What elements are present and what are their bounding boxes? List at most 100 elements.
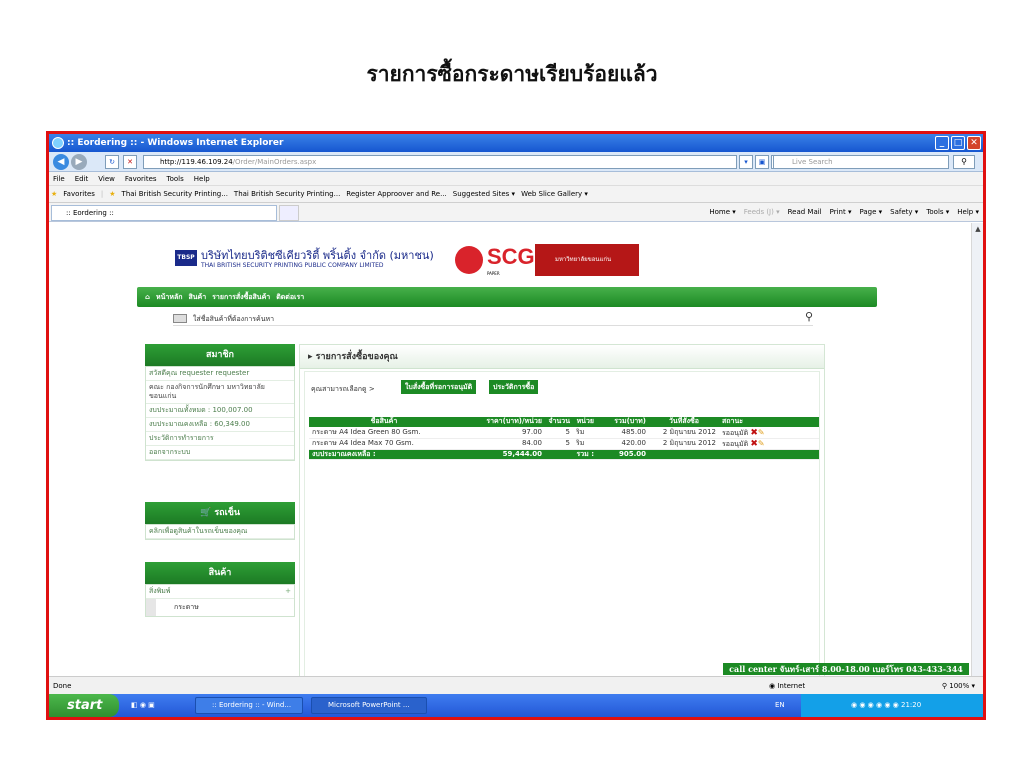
safety-button[interactable]: Safety ▾ bbox=[890, 203, 918, 222]
row-product: กระดาษ A4 Idea Green 80 Gsm. bbox=[309, 427, 459, 439]
nav-products[interactable]: สินค้า bbox=[189, 287, 207, 307]
taskbar-ppt-button[interactable]: Microsoft PowerPoint ... bbox=[311, 697, 427, 714]
product-search-input[interactable]: ใส่ชื่อสินค้าที่ต้องการค้นหา bbox=[193, 312, 274, 326]
vertical-scrollbar[interactable]: ▲ bbox=[971, 223, 983, 676]
language-indicator[interactable]: EN bbox=[775, 694, 785, 717]
address-input[interactable]: http://119.46.109.24/Order/MainOrders.as… bbox=[143, 155, 737, 169]
logout-link[interactable]: ออกจากระบบ bbox=[146, 446, 294, 460]
expand-icon[interactable]: + bbox=[285, 587, 291, 596]
tools-button[interactable]: Tools ▾ bbox=[926, 203, 949, 222]
page-content: TBSP บริษัทไทยบริติชซีเคียวริตี้ พริ้นติ… bbox=[49, 223, 971, 676]
help-button[interactable]: Help ▾ bbox=[957, 203, 979, 222]
remaining-budget-label: งบประมาณคงเหลือ : bbox=[309, 449, 459, 460]
screenshot-frame: :: Eordering :: - Windows Internet Explo… bbox=[46, 131, 986, 720]
delete-icon[interactable]: ✖ bbox=[750, 439, 758, 449]
fav-item-5[interactable]: Web Slice Gallery ▾ bbox=[521, 186, 588, 202]
fav-item-2[interactable]: Thai British Security Printing... bbox=[234, 186, 340, 202]
tab-pending-orders[interactable]: ใบสั่งซื้อที่รอการอนุมัติ bbox=[401, 380, 477, 394]
status-text: Done bbox=[53, 682, 72, 690]
readmail-button[interactable]: Read Mail bbox=[788, 203, 822, 222]
system-tray: ◉ ◉ ◉ ◉ ◉ ◉ 21:20 bbox=[801, 694, 983, 717]
add-favorite-icon[interactable]: ★ bbox=[109, 186, 115, 202]
url-path: /Order/MainOrders.aspx bbox=[232, 158, 317, 166]
window-titlebar[interactable]: :: Eordering :: - Windows Internet Explo… bbox=[49, 134, 983, 152]
member-total-budget: งบประมาณทั้งหมด : 100,007.00 bbox=[146, 404, 294, 418]
live-search-input[interactable]: Live Search bbox=[773, 155, 949, 169]
row-unit: ริม bbox=[573, 427, 597, 439]
nav-contact[interactable]: ติดต่อเรา bbox=[276, 287, 304, 307]
menu-file[interactable]: File bbox=[53, 172, 65, 185]
total-label: รวม : bbox=[573, 449, 597, 460]
forward-icon[interactable]: ▶ bbox=[71, 154, 87, 170]
back-icon[interactable]: ◀ bbox=[53, 154, 69, 170]
orders-table-header: ชื่อสินค้า ราคา(บาท)/หน่วย จำนวน หน่วย ร… bbox=[309, 417, 819, 428]
member-faculty: คณะ กองกิจการนักศึกษา มหาวิทยาลัยขอนแก่น bbox=[146, 381, 294, 404]
tab-order-history[interactable]: ประวัติการซื้อ bbox=[489, 380, 539, 394]
scg-sub: PAPER bbox=[487, 271, 500, 276]
minimize-button[interactable]: _ bbox=[935, 136, 949, 150]
member-history-link[interactable]: ประวัติการทำรายการ bbox=[146, 432, 294, 446]
tab-bar: :: Eordering :: Home ▾ Feeds (J) ▾ Read … bbox=[49, 203, 983, 222]
scroll-up-icon[interactable]: ▲ bbox=[972, 223, 983, 235]
slide-title: รายการซื้อกระดาษเรียบร้อยแล้ว bbox=[366, 61, 658, 86]
feeds-button[interactable]: Feeds (J) ▾ bbox=[744, 203, 780, 222]
home-icon: ⌂ bbox=[145, 293, 151, 301]
table-row: กระดาษ A4 Idea Max 70 Gsm. 84.00 5 ริม 4… bbox=[309, 438, 819, 450]
fav-item-3[interactable]: Register Approover and Re... bbox=[346, 186, 447, 202]
star-icon: ★ bbox=[51, 190, 58, 198]
compat-icon[interactable]: ▣ bbox=[755, 155, 769, 169]
row-total: 420.00 bbox=[597, 438, 649, 450]
favorites-button[interactable]: Favorites bbox=[63, 186, 95, 202]
nav-orders[interactable]: รายการสั่งซื้อสินค้า bbox=[212, 287, 270, 307]
search-field-icon bbox=[173, 314, 187, 323]
menu-edit[interactable]: Edit bbox=[75, 172, 89, 185]
start-button[interactable]: start bbox=[49, 694, 119, 717]
print-button[interactable]: Print ▾ bbox=[830, 203, 852, 222]
orders-panel-body: คุณสามารถเลือกดู > ใบสั่งซื้อที่รอการอนุ… bbox=[304, 371, 820, 676]
scg-logo-icon bbox=[455, 246, 483, 274]
scg-logo: SCG bbox=[487, 244, 535, 269]
search-icon[interactable]: ⚲ bbox=[953, 155, 975, 169]
fav-item-1[interactable]: Thai British Security Printing... bbox=[122, 186, 228, 202]
totals-row: งบประมาณคงเหลือ : 59,444.00 รวม : 905.00 bbox=[309, 449, 819, 460]
menu-help[interactable]: Help bbox=[194, 172, 210, 185]
row-status-text: รออนุมัติ bbox=[722, 428, 749, 437]
menu-favorites[interactable]: Favorites bbox=[125, 172, 157, 185]
table-row: กระดาษ A4 Idea Green 80 Gsm. 97.00 5 ริม… bbox=[309, 427, 819, 439]
stop-icon[interactable]: ✕ bbox=[123, 155, 137, 169]
company-name-en: THAI BRITISH SECURITY PRINTING PUBLIC CO… bbox=[201, 262, 384, 269]
main-nav: ⌂ หน้าหลัก สินค้า รายการสั่งซื้อสินค้า ต… bbox=[137, 287, 877, 307]
menu-tools[interactable]: Tools bbox=[167, 172, 184, 185]
cart-header: 🛒 รถเข็น bbox=[145, 502, 295, 524]
view-cart-link[interactable]: คลิกเพื่อดูสินค้าในรถเข็นของคุณ bbox=[146, 525, 294, 539]
member-greeting: สวัสดีคุณ requester requester bbox=[146, 367, 294, 381]
nav-home[interactable]: หน้าหลัก bbox=[156, 287, 182, 307]
cart-box: คลิกเพื่อดูสินค้าในรถเข็นของคุณ bbox=[145, 524, 295, 540]
row-status: รออนุมัติ ✖✎ bbox=[719, 427, 819, 439]
quicklaunch-icons[interactable]: ◧ ◉ ▣ bbox=[131, 694, 155, 717]
dropdown-icon[interactable]: ▾ bbox=[739, 155, 753, 169]
zoom-control[interactable]: ⚲ 100% ▾ bbox=[942, 677, 975, 695]
subcategory-paper[interactable]: กระดาษ bbox=[146, 599, 294, 616]
fav-item-4[interactable]: Suggested Sites ▾ bbox=[453, 186, 515, 202]
col-unit-price: ราคา(บาท)/หน่วย bbox=[459, 417, 545, 428]
taskbar-ie-button[interactable]: :: Eordering :: - Wind... bbox=[195, 697, 303, 714]
category-printing[interactable]: สิ่งพิมพ์ + bbox=[146, 585, 294, 599]
tray-icons[interactable]: ◉ ◉ ◉ ◉ ◉ ◉ bbox=[851, 701, 901, 709]
menu-view[interactable]: View bbox=[98, 172, 115, 185]
orders-panel: ▸ รายการสั่งซื้อของคุณ คุณสามารถเลือกดู … bbox=[299, 344, 825, 676]
cart-icon: 🛒 bbox=[199, 508, 212, 518]
refresh-icon[interactable]: ↻ bbox=[105, 155, 119, 169]
row-unit-price: 97.00 bbox=[459, 427, 545, 439]
tab-eordering[interactable]: :: Eordering :: bbox=[51, 205, 277, 221]
page-button[interactable]: Page ▾ bbox=[859, 203, 882, 222]
maximize-button[interactable]: □ bbox=[951, 136, 965, 150]
home-button[interactable]: Home ▾ bbox=[709, 203, 735, 222]
close-button[interactable]: ✕ bbox=[967, 136, 981, 150]
col-unit: หน่วย bbox=[573, 417, 597, 428]
search-go-icon[interactable]: ⚲ bbox=[805, 310, 813, 324]
edit-icon[interactable]: ✎ bbox=[758, 439, 765, 448]
edit-icon[interactable]: ✎ bbox=[758, 428, 765, 437]
new-tab-button[interactable] bbox=[279, 205, 299, 221]
delete-icon[interactable]: ✖ bbox=[750, 428, 758, 438]
